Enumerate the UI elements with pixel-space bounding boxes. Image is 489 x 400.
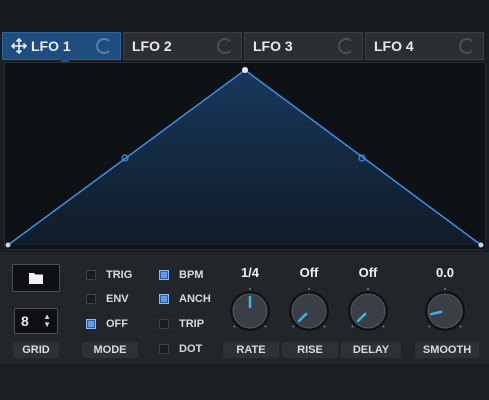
knob-tick — [428, 325, 431, 328]
mode-env-option[interactable]: ENV — [86, 293, 129, 305]
knob-body — [350, 293, 386, 329]
mini-knob-icon[interactable] — [96, 38, 112, 54]
lfo-controls-panel: 8 ▲ ▼ GRID TRIG ENV OFF MODE BPM ANCH TRI… — [0, 252, 489, 364]
mode-trig-checkbox[interactable] — [86, 270, 96, 280]
delay-label: DELAY — [341, 342, 401, 358]
load-shape-button[interactable] — [12, 264, 60, 292]
tab-lfo-3[interactable]: LFO 3 — [244, 32, 363, 60]
knob-tick — [459, 325, 462, 328]
knob-tick — [444, 288, 446, 290]
grid-label: GRID — [13, 342, 59, 358]
knob-tick — [367, 288, 369, 290]
trip-checkbox[interactable] — [159, 319, 169, 329]
lfo-curve-fill — [8, 70, 481, 245]
up-down-arrows-icon[interactable]: ▲ ▼ — [43, 313, 51, 329]
bottom-bar — [0, 364, 489, 400]
anch-checkbox[interactable] — [159, 294, 169, 304]
rise-value: Off — [299, 265, 319, 280]
knob-tick — [351, 325, 354, 328]
rate-label: RATE — [223, 342, 279, 358]
tab-lfo-1[interactable]: LFO 1 — [2, 32, 121, 65]
tab-label: LFO 4 — [374, 38, 414, 54]
rise-knob[interactable] — [286, 288, 332, 334]
rise-label: RISE — [282, 342, 338, 358]
curve-point[interactable] — [242, 67, 248, 73]
tab-label: LFO 2 — [132, 38, 172, 54]
rate-knob[interactable] — [227, 288, 273, 334]
dot-label: DOT — [179, 343, 203, 355]
folder-icon — [29, 273, 43, 284]
mini-knob-icon[interactable] — [338, 38, 354, 54]
dot-checkbox[interactable] — [159, 344, 169, 354]
mode-trig-label: TRIG — [106, 269, 133, 281]
bpm-label: BPM — [179, 269, 204, 281]
smooth-value: 0.0 — [435, 265, 455, 280]
trip-label: TRIP — [179, 318, 205, 330]
curve-point[interactable] — [478, 242, 484, 248]
knob-tick — [292, 325, 295, 328]
curve-point[interactable] — [5, 242, 11, 248]
mode-off-label: OFF — [106, 318, 128, 330]
tab-label: LFO 1 — [31, 38, 71, 54]
delay-value: Off — [358, 265, 378, 280]
anch-label: ANCH — [179, 293, 211, 305]
bpm-checkbox[interactable] — [159, 270, 169, 280]
move-icon[interactable] — [11, 38, 27, 54]
knob-tick — [323, 325, 326, 328]
smooth-label: SMOOTH — [415, 342, 479, 358]
mini-knob-icon[interactable] — [217, 38, 233, 54]
lfo-curve-canvas[interactable] — [5, 63, 485, 249]
tab-lfo-4[interactable]: LFO 4 — [365, 32, 484, 60]
knob-tick — [308, 288, 310, 290]
mode-off-option[interactable]: OFF — [86, 318, 128, 330]
mode-off-checkbox[interactable] — [86, 319, 96, 329]
knob-tick — [382, 325, 385, 328]
mode-label: MODE — [82, 342, 138, 358]
lfo-shape-editor[interactable] — [4, 62, 486, 250]
bpm-option[interactable]: BPM — [159, 269, 203, 281]
knob-body — [291, 293, 327, 329]
lfo-tabs: LFO 1 LFO 2 LFO 3 LFO 4 — [2, 32, 484, 65]
mode-env-checkbox[interactable] — [86, 294, 96, 304]
rate-value: 1/4 — [240, 265, 260, 280]
tab-label: LFO 3 — [253, 38, 293, 54]
anch-option[interactable]: ANCH — [159, 293, 211, 305]
knob-body — [427, 293, 463, 329]
delay-knob[interactable] — [345, 288, 391, 334]
mode-env-label: ENV — [106, 293, 129, 305]
dot-option[interactable]: DOT — [159, 343, 202, 355]
knob-tick — [233, 325, 236, 328]
knob-tick — [264, 325, 267, 328]
top-bar — [0, 0, 489, 32]
mode-trig-option[interactable]: TRIG — [86, 269, 132, 281]
grid-value: 8 — [21, 313, 29, 329]
trip-option[interactable]: TRIP — [159, 318, 204, 330]
grid-stepper[interactable]: 8 ▲ ▼ — [14, 308, 58, 334]
knob-tick — [249, 288, 251, 290]
smooth-knob[interactable] — [422, 288, 468, 334]
mini-knob-icon[interactable] — [459, 38, 475, 54]
tab-lfo-2[interactable]: LFO 2 — [123, 32, 242, 60]
